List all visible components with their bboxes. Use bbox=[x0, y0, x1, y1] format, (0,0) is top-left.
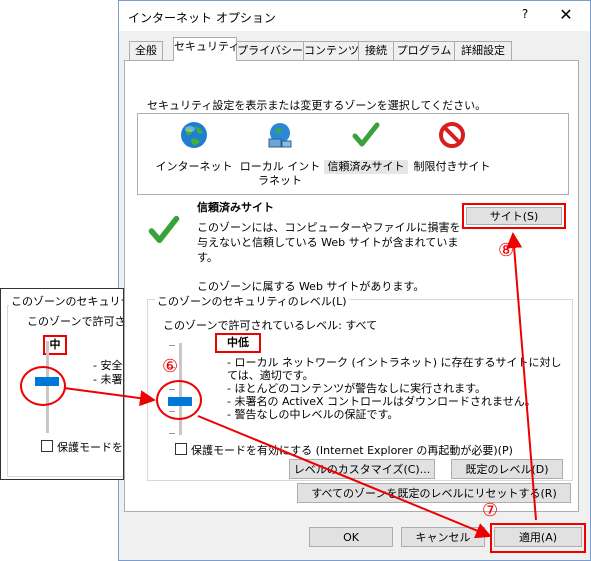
annotation-step-6: ⑥ bbox=[162, 356, 179, 377]
annotation-step-7: ⑦ bbox=[482, 500, 499, 521]
arrow-apply-to-sites bbox=[506, 232, 537, 521]
tab-security[interactable]: セキュリティ bbox=[173, 37, 239, 61]
annotation-arrows bbox=[63, 232, 537, 539]
arrow-inset-to-slider bbox=[63, 387, 156, 407]
arrow-slider-to-apply bbox=[197, 415, 492, 539]
annotation-step-8: ⑧ bbox=[498, 240, 515, 261]
